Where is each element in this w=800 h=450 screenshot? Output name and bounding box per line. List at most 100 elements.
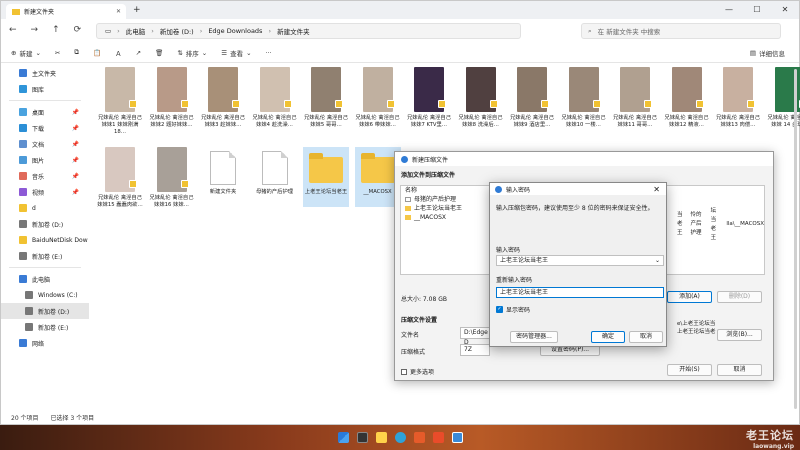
sidebar-item[interactable]: Windows (C:) xyxy=(1,287,89,303)
sidebar-item[interactable]: BaiduNetDisk Dow xyxy=(1,232,89,248)
sidebar-item[interactable]: 新加卷 (E:) xyxy=(1,248,89,264)
list-item[interactable]: 当老王 xyxy=(673,212,684,236)
sidebar-item[interactable]: 图片 📌 xyxy=(1,152,89,168)
file-item[interactable]: 兄妹乱伦 禽淫自己妹妹2 题好妹妹… xyxy=(149,67,195,129)
maximize-button[interactable]: ☐ xyxy=(743,1,771,19)
reenter-password-input[interactable]: 上老王论坛当老王 xyxy=(496,287,664,298)
delete-icon[interactable]: 🗑 xyxy=(155,49,163,57)
breadcrumb-drive[interactable]: 新加卷 (D:) xyxy=(160,26,194,36)
pin-icon[interactable]: 📌 xyxy=(72,125,79,132)
breadcrumb-pc[interactable]: 此电脑 xyxy=(126,26,146,36)
show-password-checkbox[interactable]: ✓ 显示密码 xyxy=(496,305,530,314)
file-name-field[interactable]: D:\Edge D xyxy=(460,327,490,346)
scrollbar[interactable] xyxy=(794,69,797,409)
file-item[interactable]: 兄妹乱伦 禽淫自己妹妹12 精液… xyxy=(664,67,710,129)
sort-button[interactable]: ⇅ 排序 ⌄ xyxy=(177,48,207,58)
archive-cancel-button[interactable]: 取消 xyxy=(717,364,762,376)
file-item[interactable]: 兄妹乱伦 禽淫自己妹妹10 一楼… xyxy=(561,67,607,129)
pin-icon[interactable]: 📌 xyxy=(72,157,79,164)
delete-button[interactable]: 删除(D) xyxy=(717,291,762,303)
copy-icon[interactable]: ⧉ xyxy=(74,48,79,57)
close-icon[interactable]: ✕ xyxy=(653,185,660,194)
sidebar-item[interactable]: 主文件夹 xyxy=(1,65,89,81)
paste-icon[interactable]: 📋 xyxy=(93,49,101,57)
file-item[interactable]: 兄妹乱伦 禽淫自己妹妹13 肉偿… xyxy=(715,67,761,129)
sidebar-item[interactable]: 新加卷 (D:) xyxy=(1,303,89,319)
close-window-button[interactable]: ✕ xyxy=(771,1,799,19)
minimize-button[interactable]: — xyxy=(715,1,743,19)
sidebar-item[interactable]: d xyxy=(1,200,89,216)
browse-button[interactable]: 浏览(B)... xyxy=(717,329,762,341)
file-item[interactable]: 兄妹乱伦 禽淫自己妹妹15 蠢蠢肉欲… xyxy=(97,147,143,209)
share-icon[interactable]: ↗ xyxy=(136,49,141,57)
password-manager-button[interactable]: 密码管理器... xyxy=(510,331,558,343)
format-select[interactable]: 7Z xyxy=(460,344,490,356)
file-item[interactable]: 兄妹乱伦 禽淫自己妹妹16 妹妹… xyxy=(149,147,195,209)
sidebar-item[interactable]: 此电脑 xyxy=(1,271,89,287)
start-icon[interactable] xyxy=(337,432,349,443)
sidebar-item[interactable]: 网络 xyxy=(1,335,89,351)
sidebar-item[interactable]: 视频 📌 xyxy=(1,184,89,200)
file-item[interactable]: 兄妹乱伦 禽淫自己妹妹4 趁洗澡… xyxy=(252,67,298,129)
file-item[interactable]: 新建文件夹 xyxy=(200,147,246,196)
password-cancel-button[interactable]: 取消 xyxy=(629,331,663,343)
back-button[interactable]: ← xyxy=(9,25,17,35)
chevron-down-icon[interactable]: ⌄ xyxy=(655,256,660,265)
list-item[interactable]: 坛当老王 xyxy=(707,208,720,241)
sidebar-item[interactable]: 下载 📌 xyxy=(1,120,89,136)
close-tab-icon[interactable]: ✕ xyxy=(116,8,121,15)
sidebar-item[interactable]: 新加卷 (D:) xyxy=(1,216,89,232)
cut-icon[interactable]: ✂ xyxy=(55,49,60,57)
sidebar-item[interactable]: 音乐 📌 xyxy=(1,168,89,184)
new-tab-button[interactable]: + xyxy=(133,5,141,15)
start-button[interactable]: 开始(S) xyxy=(667,364,712,376)
ok-button[interactable]: 确定 xyxy=(591,331,625,343)
sidebar-item[interactable]: 桌面 📌 xyxy=(1,104,89,120)
archiver-icon[interactable] xyxy=(451,432,463,443)
pin-icon[interactable]: 📌 xyxy=(72,109,79,116)
breadcrumb-edge-downloads[interactable]: Edge Downloads xyxy=(208,27,262,35)
refresh-button[interactable]: ⟳ xyxy=(74,25,82,35)
enter-password-input[interactable]: 上老王论坛当老王 ⌄ xyxy=(496,255,664,266)
rename-icon[interactable]: Ａ xyxy=(115,48,122,58)
add-button[interactable]: 添加(A) xyxy=(667,291,712,303)
up-button[interactable]: ↑ xyxy=(52,25,60,35)
task-view-icon[interactable] xyxy=(356,432,368,443)
details-button[interactable]: ▤ 详细信息 xyxy=(750,48,785,58)
sidebar-item-icon xyxy=(19,275,27,283)
app-icon[interactable] xyxy=(432,432,444,443)
address-bar[interactable]: ▭ › 此电脑 › 新加卷 (D:) › Edge Downloads › 新建… xyxy=(96,23,521,39)
tab-current[interactable]: 新建文件夹 ✕ xyxy=(6,4,126,19)
file-item[interactable]: 兄妹乱伦 禽淫自己妹妹1 妹妹刚满18… xyxy=(97,67,143,136)
file-item[interactable]: 兄妹乱伦 禽淫自己妹妹5 哥哥… xyxy=(303,67,349,129)
pin-icon[interactable]: 📌 xyxy=(72,173,79,180)
breadcrumb-current[interactable]: 新建文件夹 xyxy=(277,26,310,36)
edge-icon[interactable] xyxy=(394,432,406,443)
file-item[interactable]: 兄妹乱伦 禽淫自己妹妹11 哥哥… xyxy=(612,67,658,129)
pin-icon[interactable]: 📌 xyxy=(72,189,79,196)
file-item[interactable]: 兄妹乱伦 禽淫自己妹妹6 带妹妹… xyxy=(355,67,401,129)
list-item[interactable]: lla\__MACOSX xyxy=(722,220,764,229)
file-item[interactable]: 兄妹乱伦 禽淫自己妹妹3 趁妹妹… xyxy=(200,67,246,129)
pin-icon[interactable]: 📌 xyxy=(72,141,79,148)
more-button[interactable]: ··· xyxy=(266,49,272,57)
sidebar-item-label: 文档 xyxy=(32,141,45,149)
sidebar-item[interactable]: 新加卷 (E:) xyxy=(1,319,89,335)
more-options-checkbox[interactable]: 更多选项 xyxy=(401,367,434,376)
list-item[interactable]: 怜的产后护理 xyxy=(687,212,704,236)
sidebar-item[interactable]: 文档 📌 xyxy=(1,136,89,152)
file-item[interactable]: 兄妹乱伦 禽淫自己妹妹8 洗澡后… xyxy=(458,67,504,129)
check-icon[interactable]: ✓ xyxy=(496,306,503,313)
file-item[interactable]: 兄妹乱伦 禽淫自己妹妹9 酒店里… xyxy=(509,67,555,129)
file-item[interactable]: 母猪的产后护理 xyxy=(252,147,298,196)
new-button[interactable]: ⊕ 新建 ⌄ xyxy=(11,48,41,58)
checkbox-icon[interactable] xyxy=(401,368,407,375)
search-box[interactable]: ⌕ 在 新建文件夹 中搜索 xyxy=(581,23,781,39)
view-button[interactable]: ☰ 查看 ⌄ xyxy=(221,48,251,58)
sidebar-item[interactable]: 图库 xyxy=(1,81,89,97)
file-item[interactable]: 兄妹乱伦 禽淫自己妹妹7 KTV里… xyxy=(406,67,452,129)
file-explorer-icon[interactable] xyxy=(375,432,387,443)
app-icon[interactable] xyxy=(413,432,425,443)
forward-button[interactable]: → xyxy=(31,25,39,35)
folder-item[interactable]: 上老王论坛当老王 xyxy=(303,147,349,207)
